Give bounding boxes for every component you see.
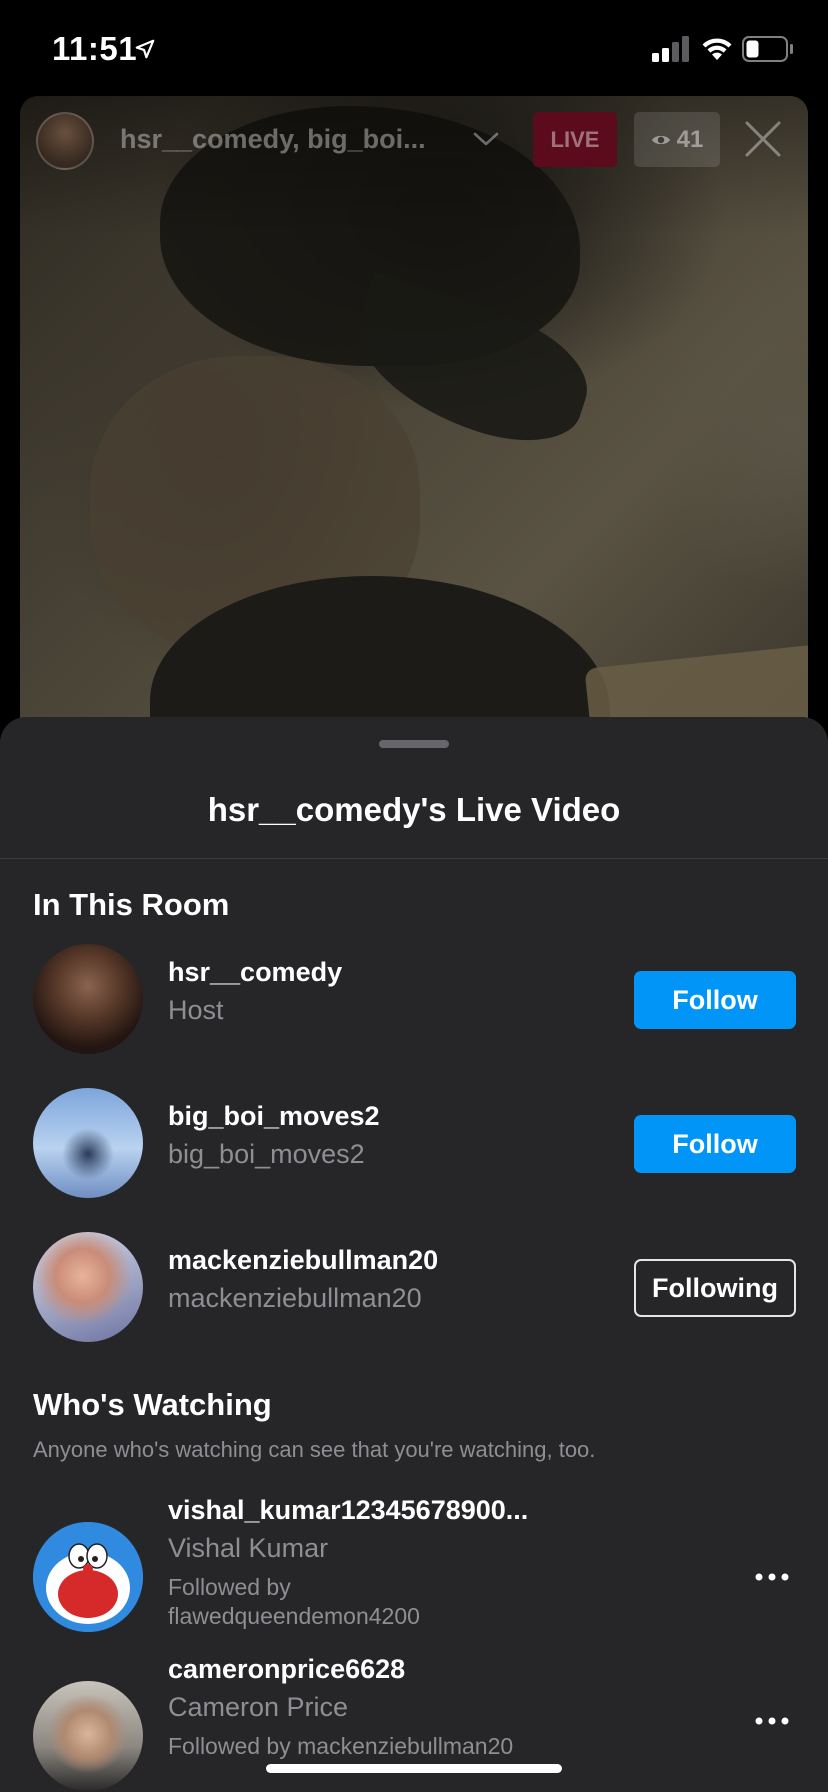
live-badge: LIVE [533, 112, 617, 167]
signal-icon [652, 36, 689, 62]
eye-icon [651, 135, 670, 144]
more-icon[interactable] [754, 1716, 790, 1726]
avatar[interactable] [33, 1232, 143, 1342]
member-subtitle: Host [168, 995, 224, 1025]
status-bar: 11:51 [0, 0, 828, 96]
member-subtitle: big_boi_moves2 [168, 1139, 365, 1169]
room-member-row[interactable]: big_boi_moves2 big_boi_moves2 Follow [0, 1088, 828, 1198]
viewer-followed-by: flawedqueendemon4200 [168, 1603, 420, 1629]
location-arrow-icon [135, 39, 155, 59]
viewers-sheet: hsr__comedy's Live Video In This Room hs… [0, 717, 828, 1792]
live-title[interactable]: hsr__comedy, big_boi... [120, 124, 426, 155]
wifi-icon [702, 38, 732, 60]
follow-button[interactable]: Follow [634, 971, 796, 1029]
avatar[interactable] [33, 1681, 143, 1791]
battery-icon [742, 36, 793, 62]
viewer-full-name: Vishal Kumar [168, 1533, 329, 1563]
member-username[interactable]: mackenziebullman20 [168, 1245, 438, 1276]
whos-watching-heading: Who's Watching [33, 1387, 272, 1422]
follow-button[interactable]: Follow [634, 1115, 796, 1173]
viewer-full-name: Cameron Price [168, 1692, 349, 1722]
viewer-row[interactable]: vishal_kumar12345678900... Vishal Kumar … [0, 1495, 828, 1632]
live-video[interactable]: hsr__comedy, big_boi... LIVE 41 [20, 96, 808, 736]
following-button[interactable]: Following [634, 1259, 796, 1317]
viewer-count-badge[interactable]: 41 [634, 112, 720, 167]
member-username[interactable]: big_boi_moves2 [168, 1101, 380, 1132]
member-username[interactable]: hsr__comedy [168, 957, 342, 988]
room-member-row[interactable]: hsr__comedy Host Follow [0, 944, 828, 1054]
sheet-grabber[interactable] [379, 740, 449, 748]
viewer-username[interactable]: vishal_kumar12345678900... [168, 1495, 528, 1526]
avatar[interactable] [33, 1522, 143, 1632]
host-avatar[interactable] [36, 112, 94, 170]
avatar-image [33, 1522, 143, 1632]
in-room-heading: In This Room [33, 887, 230, 922]
viewer-username[interactable]: cameronprice6628 [168, 1654, 405, 1685]
avatar[interactable] [33, 944, 143, 1054]
divider [0, 858, 828, 859]
close-icon[interactable] [742, 118, 784, 160]
chevron-down-icon[interactable] [472, 129, 500, 149]
live-header: hsr__comedy, big_boi... LIVE 41 [20, 96, 808, 186]
viewer-followed-by: Followed by mackenziebullman20 [168, 1733, 514, 1759]
viewer-count: 41 [676, 125, 704, 153]
sheet-title: hsr__comedy's Live Video [207, 791, 621, 828]
screen: 11:51 hsr__comedy, big_boi... LIVE 41 hs… [0, 0, 828, 1792]
avatar[interactable] [33, 1088, 143, 1198]
more-icon[interactable] [754, 1572, 790, 1582]
whos-watching-note: Anyone who's watching can see that you'r… [33, 1437, 596, 1462]
home-indicator[interactable] [266, 1764, 562, 1773]
status-time: 11:51 [52, 30, 138, 67]
room-member-row[interactable]: mackenziebullman20 mackenziebullman20 Fo… [0, 1232, 828, 1342]
member-subtitle: mackenziebullman20 [168, 1283, 422, 1313]
viewer-followed-by: Followed by [168, 1574, 291, 1600]
